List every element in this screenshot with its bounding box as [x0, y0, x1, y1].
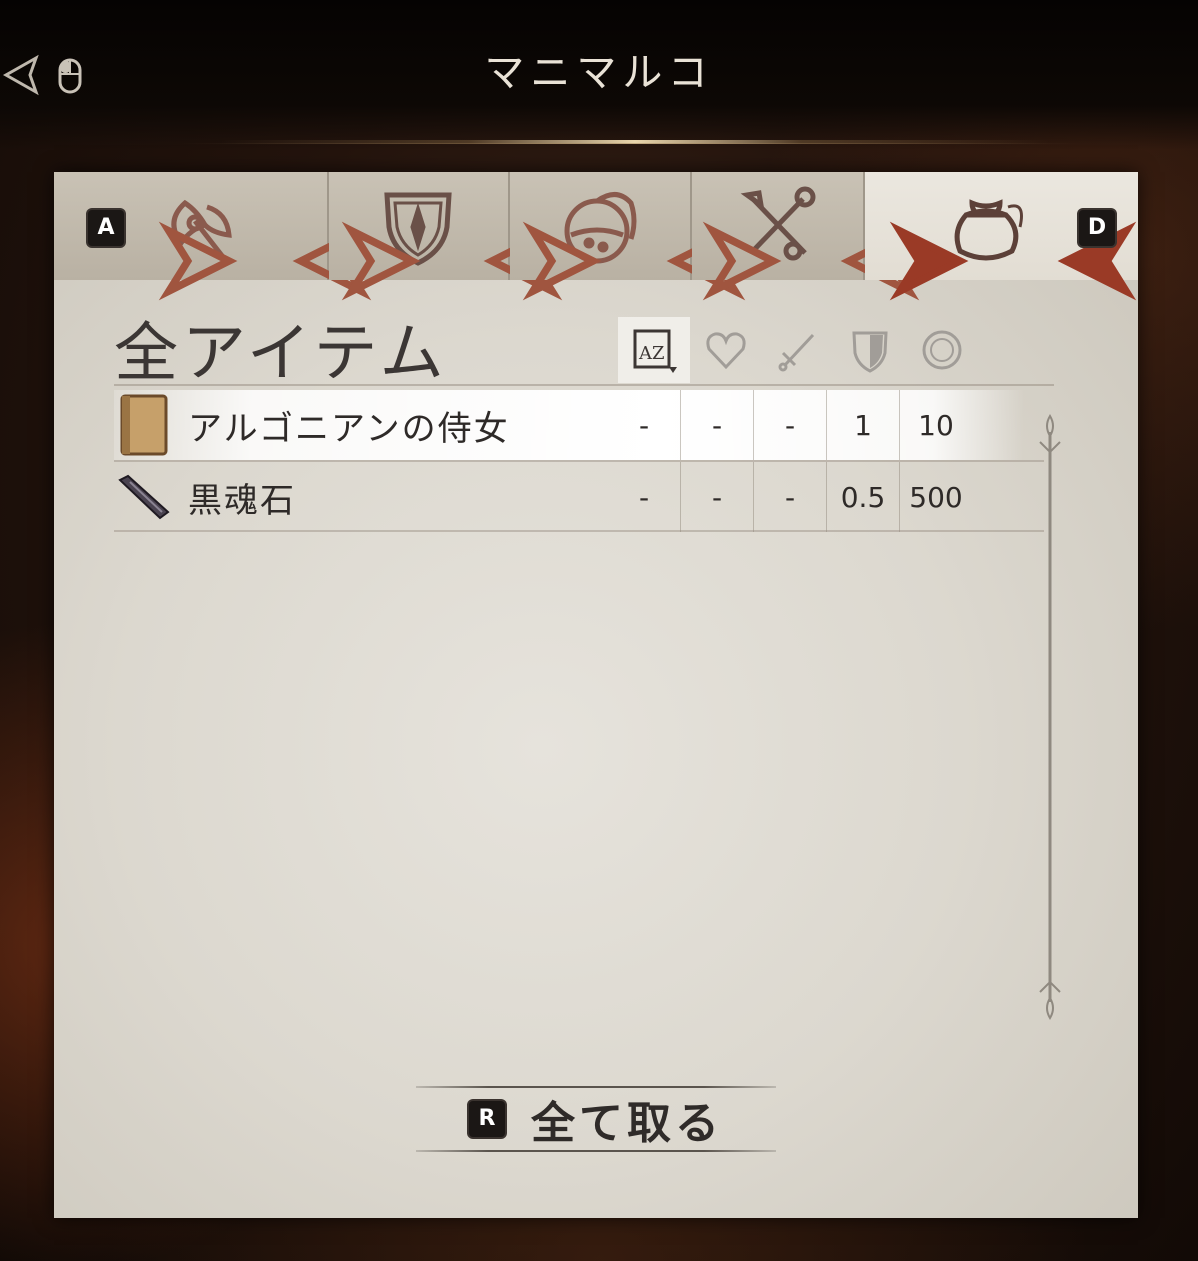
- arrow-right-icon: [158, 221, 238, 301]
- arrow-right-icon: [341, 221, 421, 301]
- tab-potions[interactable]: [509, 172, 745, 301]
- category-tabs: A D: [54, 172, 1138, 301]
- item-weight: 0.5: [826, 462, 899, 532]
- item-row[interactable]: 黒魂石 - - - 0.5 500: [114, 462, 1024, 532]
- header-divider: [114, 384, 1054, 386]
- arrow-right-icon: [522, 221, 602, 301]
- sort-health-button[interactable]: [690, 317, 762, 383]
- weight-icon: [852, 331, 888, 373]
- svg-text:AZ: AZ: [638, 343, 665, 364]
- item-name: アルゴニアンの侍女: [188, 408, 510, 449]
- item-health: -: [638, 408, 650, 442]
- column-headers: AZ: [618, 317, 978, 383]
- health-icon: [706, 332, 746, 370]
- sort-value-button[interactable]: [906, 317, 978, 383]
- item-name: 黒魂石: [188, 480, 296, 521]
- item-damage: -: [680, 390, 753, 460]
- item-damage: -: [680, 462, 753, 532]
- take-all-key: R: [469, 1101, 505, 1137]
- item-health: -: [638, 480, 650, 514]
- take-all-label: 全て取る: [531, 1098, 723, 1149]
- item-value: 500: [899, 462, 972, 532]
- soul-gem-icon: [116, 466, 172, 528]
- page-title: マニマルコ: [484, 50, 714, 96]
- value-icon: [922, 330, 962, 370]
- sort-armor-button[interactable]: [834, 317, 906, 383]
- tab-weapons[interactable]: A: [54, 172, 372, 301]
- arrow-right-icon: [889, 221, 969, 301]
- tab-armor[interactable]: [328, 172, 563, 301]
- name-sort-icon: AZ: [633, 329, 677, 373]
- sort-damage-button[interactable]: [762, 317, 834, 383]
- item-value: 10: [899, 390, 972, 460]
- container-panel: A D 全アイテム AZ アルゴニアンの侍女 - - - 1 10 黒魂石 - …: [54, 172, 1138, 1218]
- next-tab-key[interactable]: D: [1079, 210, 1116, 246]
- row-divider: [114, 530, 1044, 532]
- book-icon: [116, 394, 172, 456]
- title-divider-thin: [180, 143, 1080, 144]
- item-armor: -: [753, 390, 826, 460]
- take-all-rule-top: [416, 1086, 776, 1088]
- section-title: 全アイテム: [114, 317, 448, 391]
- item-armor: -: [753, 462, 826, 532]
- tab-ingredients[interactable]: D: [865, 172, 1138, 301]
- damage-icon: [778, 333, 815, 372]
- item-row[interactable]: アルゴニアンの侍女 - - - 1 10: [114, 390, 1024, 460]
- tab-misc[interactable]: [692, 172, 920, 301]
- scrollbar[interactable]: [1034, 412, 1066, 1022]
- sort-name-button[interactable]: AZ: [618, 317, 690, 383]
- take-all-button[interactable]: R 全て取る: [416, 1084, 776, 1154]
- arrow-right-icon: [703, 221, 782, 301]
- take-all-rule-bottom: [416, 1150, 776, 1152]
- prev-tab-key[interactable]: A: [88, 210, 124, 246]
- item-weight: 1: [826, 390, 899, 460]
